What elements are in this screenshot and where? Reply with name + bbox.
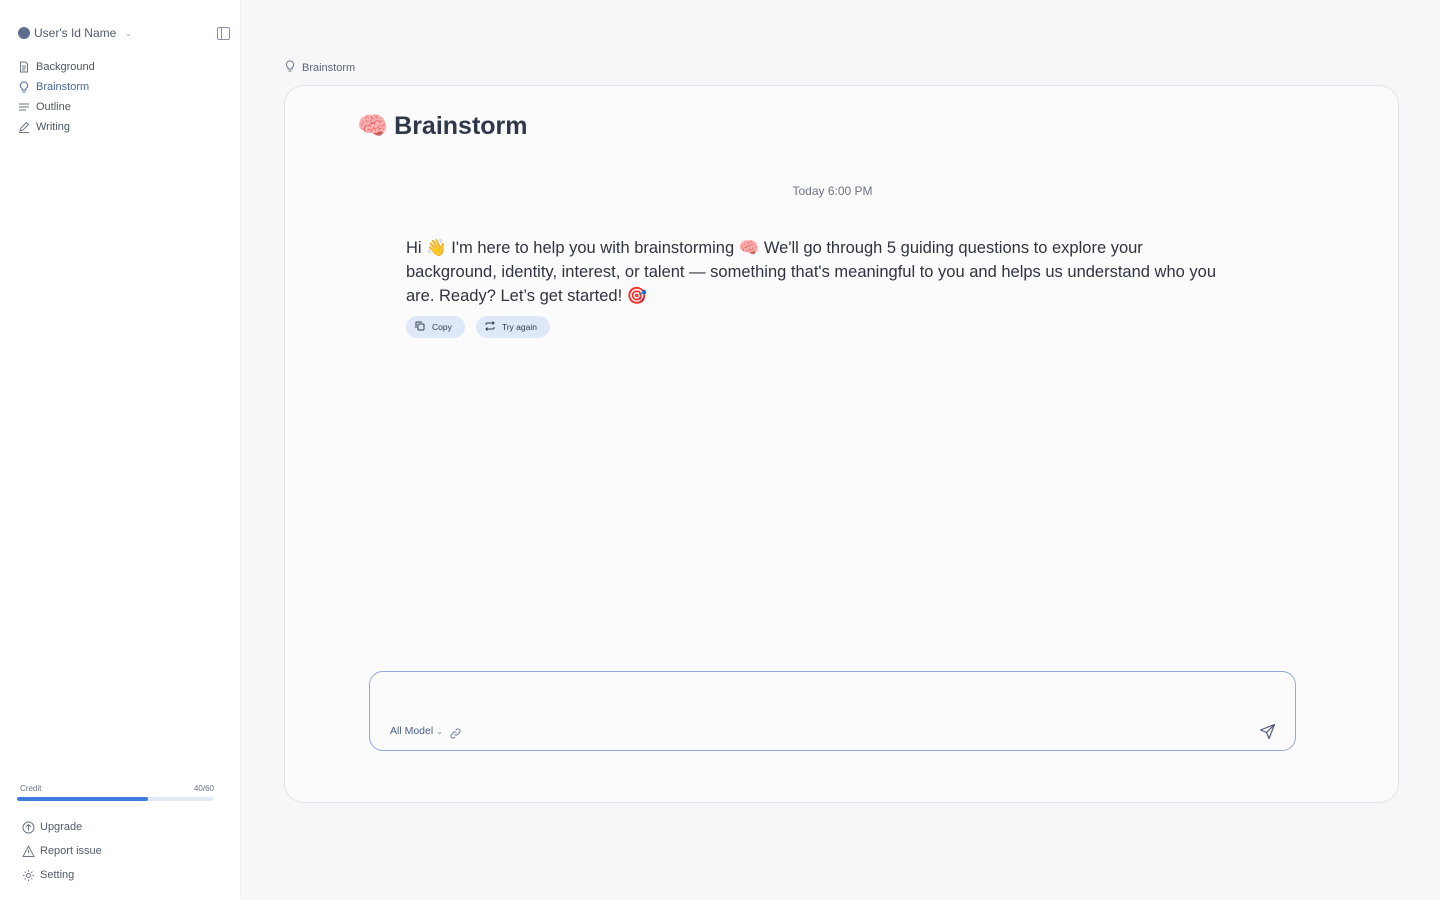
- upgrade-icon: [22, 821, 35, 834]
- send-icon[interactable]: [1259, 723, 1276, 740]
- lightbulb-icon: [284, 60, 296, 75]
- sidebar-item-label: Background: [36, 61, 95, 73]
- copy-icon: [415, 321, 425, 333]
- try-again-label: Try again: [501, 322, 537, 332]
- chevron-down-icon: ⌄: [436, 726, 443, 736]
- breadcrumb-label[interactable]: Brainstorm: [302, 62, 355, 74]
- report-issue-button[interactable]: Report issue: [22, 839, 102, 863]
- model-selector-label: All Model: [390, 725, 434, 737]
- breadcrumb: Brainstorm: [284, 60, 355, 75]
- credit-meter: Credit 40/60: [17, 784, 215, 801]
- message-timestamp: Today 6:00 PM: [792, 184, 873, 198]
- credit-progress-bar: [17, 797, 213, 801]
- sidebar-nav: Background Brainstorm Outline Writing: [18, 57, 95, 137]
- message-composer: All Model ⌄: [369, 671, 1296, 751]
- document-icon: [18, 61, 30, 73]
- gear-icon: [22, 869, 35, 882]
- user-menu[interactable]: User's Id Name ⌄: [18, 26, 132, 40]
- lightbulb-icon: [18, 81, 30, 93]
- warning-icon: [22, 844, 35, 858]
- retry-icon: [485, 321, 495, 333]
- attach-link-icon[interactable]: [450, 726, 461, 739]
- copy-button[interactable]: Copy: [406, 316, 465, 338]
- sidebar-item-label: Outline: [36, 101, 71, 113]
- message-input[interactable]: [384, 682, 1244, 712]
- copy-label: Copy: [432, 322, 452, 332]
- credit-progress-fill: [17, 797, 148, 801]
- brain-emoji-icon: 🧠: [357, 112, 389, 140]
- try-again-button[interactable]: Try again: [475, 316, 550, 338]
- lines-icon: [18, 101, 30, 113]
- sidebar-item-writing[interactable]: Writing: [18, 117, 95, 137]
- sidebar: User's Id Name ⌄ Background Brainstorm O…: [0, 0, 241, 900]
- avatar: [18, 27, 30, 39]
- credit-value: 40/60: [193, 784, 214, 793]
- assistant-message: Hi 👋 I'm here to help you with brainstor…: [406, 239, 1216, 305]
- sidebar-item-outline[interactable]: Outline: [18, 97, 95, 117]
- pencil-icon: [18, 121, 30, 133]
- report-issue-label: Report issue: [40, 845, 102, 857]
- sidebar-item-label: Writing: [36, 121, 71, 133]
- chevron-down-icon: ⌄: [124, 27, 132, 38]
- page-title-text: Brainstorm: [394, 112, 528, 140]
- upgrade-label: Upgrade: [40, 821, 83, 833]
- settings-label: Setting: [40, 869, 75, 881]
- user-name: User's Id Name: [34, 26, 117, 40]
- model-selector[interactable]: All Model ⌄: [390, 725, 443, 737]
- sidebar-item-label: Brainstorm: [36, 81, 90, 93]
- settings-button[interactable]: Setting: [22, 863, 102, 887]
- upgrade-button[interactable]: Upgrade: [22, 815, 102, 839]
- sidebar-item-background[interactable]: Background: [18, 57, 95, 77]
- credit-label: Credit: [20, 784, 42, 793]
- sidebar-footer: Upgrade Report issue Setting: [22, 815, 102, 887]
- page-title: 🧠 Brainstorm: [357, 112, 528, 141]
- chat-panel: 🧠 Brainstorm Today 6:00 PM Hi 👋 I'm here…: [284, 85, 1399, 803]
- message-actions: Copy Try again: [406, 316, 550, 338]
- sidebar-toggle-icon[interactable]: [217, 27, 230, 40]
- sidebar-item-brainstorm[interactable]: Brainstorm: [18, 77, 95, 97]
